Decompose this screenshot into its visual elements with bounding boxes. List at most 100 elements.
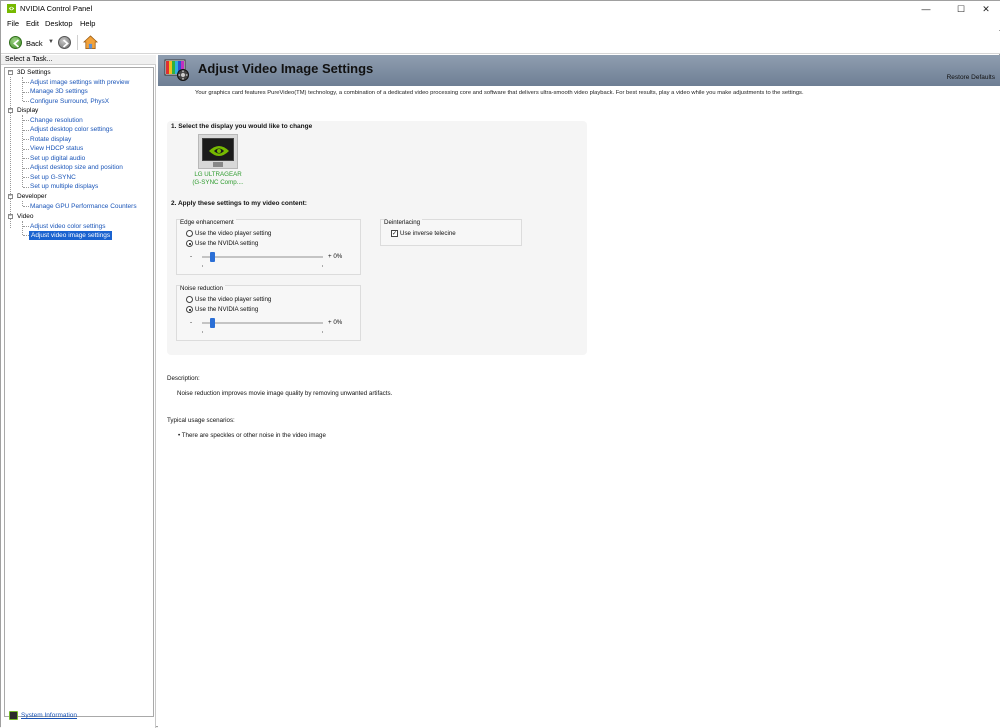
edge-nvidia-label[interactable]: Use the NVIDIA setting [195,240,258,247]
inverse-telecine-checkbox[interactable]: ✓ Use inverse telecine [391,230,456,237]
task-sidebar: Select a Task... − 3D Settings Adjust im… [1,55,156,728]
display-name-line1[interactable]: LG ULTRAGEAR [187,171,249,178]
tree-connector [23,139,29,140]
tree-item-set-up-digital-audio[interactable]: Set up digital audio [30,154,85,163]
noise-use-nvidia-radio[interactable]: Use the NVIDIA setting [186,306,258,313]
inverse-telecine-label[interactable]: Use inverse telecine [400,230,456,237]
tree-item-view-hdcp-status[interactable]: View HDCP status [30,144,83,153]
noise-slider-value: + 0% [328,319,343,326]
edge-use-player-radio[interactable]: Use the video player setting [186,230,271,237]
page-title: Adjust Video Image Settings [198,61,374,76]
menu-file[interactable]: File [7,19,19,28]
tree-connector [23,177,29,178]
inverse-telecine-checkmark-icon[interactable]: ✓ [391,230,398,237]
noise-slider-tick [202,331,203,333]
forward-button[interactable] [58,36,71,49]
tree-item-set-up-multiple-displays[interactable]: Set up multiple displays [30,182,98,191]
tree-category-developer[interactable]: Developer [17,192,47,201]
settings-panel: 1. Select the display you would like to … [167,121,587,355]
edge-slider-tick [202,265,203,267]
toolbar-separator [77,35,78,50]
tree-connector [23,101,29,102]
expand-developer-icon[interactable]: − [8,194,13,199]
tree-item-adjust-desktop-size-and-position[interactable]: Adjust desktop size and position [30,163,123,172]
select-task-header: Select a Task... [1,55,156,65]
menu-edit[interactable]: Edit [26,19,39,28]
noise-use-player-radio[interactable]: Use the video player setting [186,296,271,303]
expand-3d-settings-icon[interactable]: − [8,70,13,75]
edge-player-label[interactable]: Use the video player setting [195,230,271,237]
edge-nvidia-radio-dot[interactable] [186,240,193,247]
tree-category-video[interactable]: Video [17,212,34,221]
toolbar: Back ▼ [1,31,1000,54]
back-arrow-icon [13,39,20,48]
back-label[interactable]: Back [26,39,43,48]
maximize-icon: ☐ [956,3,966,14]
close-button[interactable]: ✕ [971,1,1000,17]
back-button[interactable] [9,36,22,49]
edge-enhancement-group: Edge enhancement Use the video player se… [176,219,361,275]
back-history-chevron-icon[interactable]: ▼ [48,39,54,45]
expand-video-icon[interactable]: − [8,214,13,219]
tree-connector [23,120,29,121]
noise-slider-track[interactable] [202,322,323,324]
home-icon[interactable] [83,35,98,50]
page-banner: Adjust Video Image Settings Restore Defa… [158,55,1000,86]
noise-slider-tick [322,331,323,333]
menu-desktop[interactable]: Desktop [45,19,73,28]
edge-slider-value: + 0% [328,253,343,260]
tree-category-display[interactable]: Display [17,106,38,115]
menu-help[interactable]: Help [80,19,95,28]
noise-player-label[interactable]: Use the video player setting [195,296,271,303]
tree-category-3d-settings[interactable]: 3D Settings [17,68,51,77]
edge-slider-thumb[interactable] [210,252,215,262]
tree-connector [23,158,29,159]
tree-item-adjust-video-color-settings[interactable]: Adjust video color settings [30,222,106,231]
tree-connector [23,149,29,150]
restore-defaults-link[interactable]: Restore Defaults [947,74,995,81]
tree-item-configure-surround-physx[interactable]: Configure Surround, PhysX [30,97,109,106]
display-selector-monitor[interactable] [198,134,238,169]
nvidia-app-icon [7,4,16,13]
tree-item-rotate-display[interactable]: Rotate display [30,135,71,144]
tree-item-adjust-image-settings-with-preview[interactable]: Adjust image settings with preview [30,78,129,87]
tree-item-manage-3d-settings[interactable]: Manage 3D settings [30,87,88,96]
edge-enhancement-slider[interactable] [202,252,323,267]
tree-item-adjust-desktop-color-settings[interactable]: Adjust desktop color settings [30,125,113,134]
tree-item-set-up-g-sync[interactable]: Set up G-SYNC [30,173,76,182]
minimize-icon: — [921,4,931,14]
noise-nvidia-radio-dot[interactable] [186,306,193,313]
tree-connector [23,168,29,169]
display-name-line2[interactable]: (G-SYNC Comp.... [187,179,249,186]
edge-player-radio-dot[interactable] [186,230,193,237]
tree-branch-video [22,221,23,235]
edge-use-nvidia-radio[interactable]: Use the NVIDIA setting [186,240,258,247]
nvidia-control-panel-window: NVIDIA Control Panel — ☐ ✕ File Edit Des… [0,0,1000,728]
forward-arrow-icon [62,39,69,48]
edge-slider-track[interactable] [202,256,323,258]
intro-text: Your graphics card features PureVideo(TM… [195,90,804,96]
description-text: Noise reduction improves movie image qua… [177,390,393,397]
expand-display-icon[interactable]: − [8,108,13,113]
menu-bar: File Edit Desktop Help [1,17,1000,30]
usage-item: • There are speckles or other noise in t… [178,432,326,439]
tree-connector [23,206,29,207]
edge-slider-min: - [190,253,193,260]
tree-connector [23,187,29,188]
description-heading: Description: [167,375,200,382]
tree-branch-3d [22,77,23,101]
tree-item-change-resolution[interactable]: Change resolution [30,116,83,125]
task-tree: − 3D Settings Adjust image settings with… [4,67,154,717]
noise-reduction-slider[interactable] [202,318,323,333]
system-info-icon [9,711,18,720]
tree-item-adjust-video-image-settings[interactable]: Adjust video image settings [29,231,113,240]
noise-slider-thumb[interactable] [210,318,215,328]
noise-reduction-group: Noise reduction Use the video player set… [176,285,361,341]
system-information-label[interactable]: System Information [21,712,77,719]
step2-heading: 2. Apply these settings to my video cont… [171,200,307,207]
noise-player-radio-dot[interactable] [186,296,193,303]
close-icon: ✕ [982,3,990,14]
noise-nvidia-label[interactable]: Use the NVIDIA setting [195,306,258,313]
tree-item-manage-gpu-performance-counters[interactable]: Manage GPU Performance Counters [30,202,137,211]
minimize-button[interactable]: — [911,1,941,17]
